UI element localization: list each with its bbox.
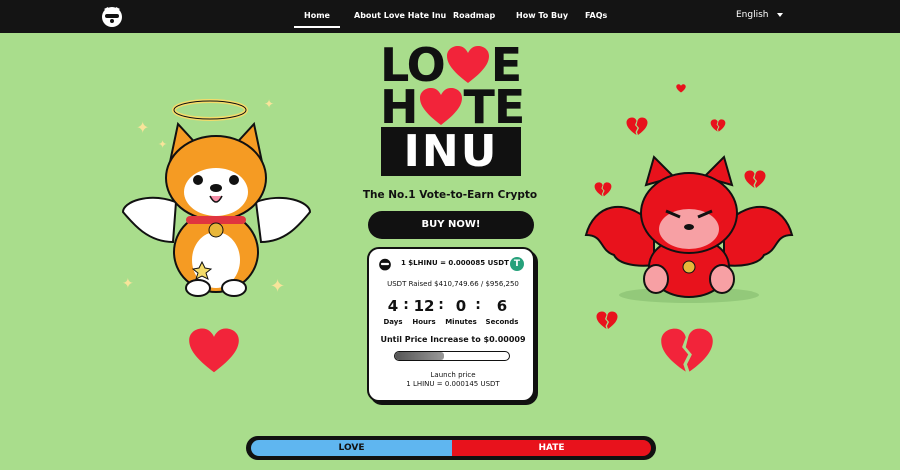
countdown-hours: 12 — [413, 297, 435, 315]
presale-progress-bar — [394, 351, 510, 361]
heart-icon — [419, 88, 462, 125]
broken-heart-icon — [596, 311, 618, 329]
nav-home[interactable]: Home — [294, 11, 340, 28]
sparkle-icon: ✦ — [136, 118, 150, 137]
broken-heart-icon — [594, 182, 612, 197]
countdown-separator: : — [475, 297, 481, 313]
tether-icon: T — [510, 257, 524, 271]
nav-roadmap[interactable]: Roadmap — [453, 11, 495, 20]
chevron-down-icon[interactable] — [777, 13, 783, 17]
countdown-minutes: 0 — [455, 297, 467, 315]
launch-price-value: 1 LHINU = 0.000145 USDT — [406, 380, 500, 388]
top-navbar: Home About Love Hate Inu Roadmap How To … — [0, 0, 900, 33]
sparkle-icon: ✦ — [270, 276, 286, 297]
token-logo-icon — [379, 258, 391, 271]
sparkle-icon: ✦ — [264, 97, 275, 111]
nav-faqs[interactable]: FAQs — [585, 11, 607, 20]
token-price: 1 $LHINU = 0.000085 USDT — [401, 259, 509, 267]
tagline: The No.1 Vote-to-Earn Crypto — [362, 189, 538, 201]
broken-heart-icon — [676, 84, 686, 93]
broken-heart-icon — [744, 170, 766, 188]
countdown-hours-label: Hours — [412, 318, 436, 326]
brand-line-hate: H TE — [380, 84, 525, 130]
broken-heart-icon — [661, 328, 713, 372]
sparkle-icon: ✦ — [158, 138, 168, 151]
heart-icon — [446, 46, 489, 83]
nav-about[interactable]: About Love Hate Inu — [354, 11, 446, 20]
presale-progress-fill — [395, 352, 445, 360]
nav-how-to-buy[interactable]: How To Buy — [516, 11, 568, 20]
countdown-separator: : — [438, 297, 444, 313]
hate-vote-button[interactable]: HATE — [452, 440, 651, 456]
buy-now-button[interactable]: BUY NOW! — [368, 211, 534, 239]
countdown-seconds-label: Seconds — [485, 318, 519, 326]
love-heart-icon — [189, 328, 239, 373]
countdown-minutes-label: Minutes — [445, 318, 477, 326]
logo-icon[interactable] — [100, 4, 124, 28]
language-selector[interactable]: English — [736, 10, 769, 20]
launch-price-label: Launch price — [430, 371, 476, 379]
brand-inu: INU — [403, 126, 499, 177]
price-increase-text: Until Price Increase to $0.00009 — [380, 335, 526, 344]
sparkle-icon: ✦ — [122, 276, 134, 292]
love-vote-button[interactable]: LOVE — [251, 440, 452, 456]
usdt-raised: USDT Raised $410,749.66 / $956,250 — [387, 280, 519, 288]
broken-heart-icon — [626, 117, 648, 135]
broken-heart-icon — [710, 119, 726, 132]
countdown-seconds: 6 — [496, 297, 508, 315]
